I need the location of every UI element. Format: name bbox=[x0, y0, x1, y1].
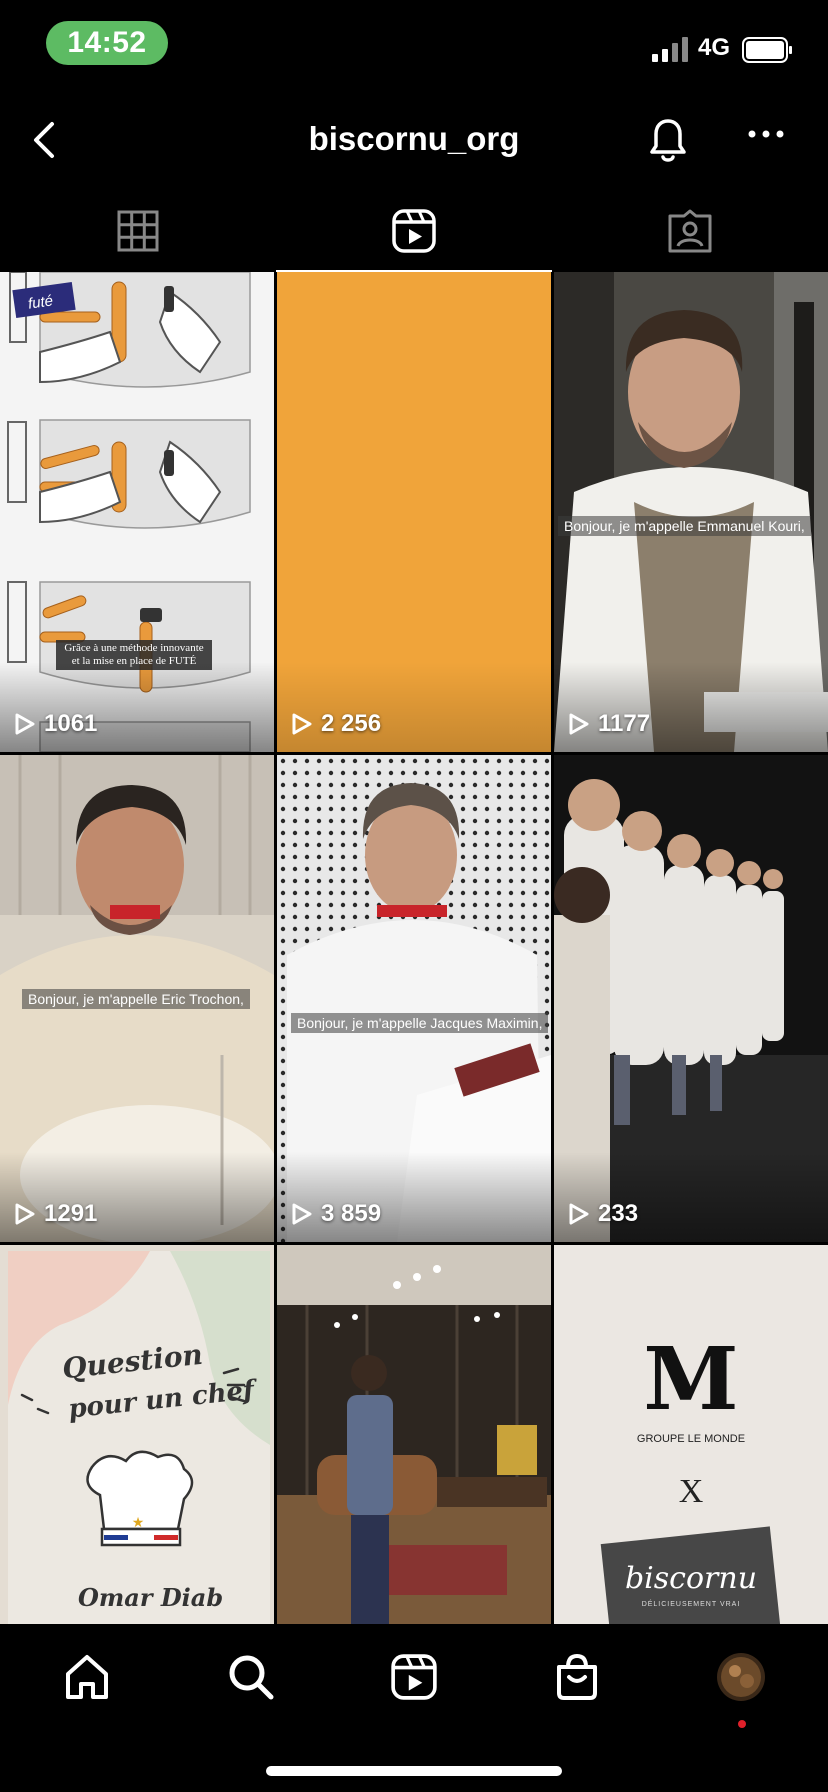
reel-tile[interactable]: M GROUPE LE MONDE X biscornu DÉLICIEUSEM… bbox=[554, 1245, 828, 1624]
reel-tile[interactable]: 233 bbox=[554, 755, 828, 1242]
reel-tile[interactable]: 2 256 bbox=[277, 272, 551, 752]
grid-icon bbox=[117, 210, 159, 252]
le-monde-label: GROUPE LE MONDE bbox=[636, 1433, 746, 1445]
nav-home[interactable] bbox=[56, 1646, 118, 1708]
profile-avatar bbox=[717, 1653, 765, 1701]
reel-caption: Bonjour, je m'appelle Emmanuel Kouri, bbox=[558, 516, 811, 536]
nav-search[interactable] bbox=[220, 1646, 282, 1708]
reel-tile[interactable]: futé Grâce à une méthode innovante et la… bbox=[0, 272, 274, 752]
poster-chef-name: Omar Diab bbox=[78, 1583, 224, 1612]
biscornu-brand: biscornu bbox=[624, 1561, 758, 1596]
network-label: 4G bbox=[698, 34, 731, 61]
reel-tile[interactable]: Bonjour, je m'appelle Eric Trochon, 1291 bbox=[0, 755, 274, 1242]
status-time: 14:52 bbox=[46, 21, 168, 65]
play-icon bbox=[292, 713, 312, 735]
nav-shop[interactable] bbox=[546, 1646, 608, 1708]
reel-tile[interactable]: Bonjour, je m'appelle Emmanuel Kouri, 11… bbox=[554, 272, 828, 752]
home-indicator[interactable] bbox=[266, 1766, 562, 1776]
reel-caption: Bonjour, je m'appelle Eric Trochon, bbox=[22, 989, 250, 1009]
more-options-icon[interactable] bbox=[740, 112, 792, 164]
reel-view-count: 1061 bbox=[14, 710, 97, 738]
play-icon bbox=[569, 713, 589, 735]
reel-tile[interactable]: Bonjour, je m'appelle Jacques Maximin, 3… bbox=[277, 755, 551, 1242]
notification-bell-icon[interactable] bbox=[642, 112, 694, 168]
nav-profile[interactable] bbox=[710, 1646, 772, 1708]
reels-grid: futé Grâce à une méthode innovante et la… bbox=[0, 272, 828, 1624]
reel-caption: Bonjour, je m'appelle Jacques Maximin, bbox=[291, 1013, 549, 1033]
tab-tagged[interactable] bbox=[552, 190, 828, 272]
notification-dot bbox=[738, 1720, 746, 1728]
play-icon bbox=[569, 1203, 589, 1225]
signal-icon bbox=[652, 37, 688, 62]
search-icon bbox=[229, 1655, 274, 1700]
play-icon bbox=[15, 1203, 35, 1225]
room-video-thumbnail bbox=[277, 1245, 551, 1624]
reels-icon bbox=[392, 209, 436, 253]
status-bar: 14:52 4G bbox=[0, 0, 828, 90]
reel-view-count: 2 256 bbox=[291, 710, 381, 738]
reel-view-count: 233 bbox=[568, 1200, 638, 1228]
shop-icon bbox=[557, 1653, 597, 1700]
biscornu-tagline: DÉLICIEUSEMENT VRAI bbox=[641, 1601, 741, 1608]
battery-icon bbox=[742, 37, 792, 63]
tagged-icon bbox=[668, 209, 712, 253]
reel-view-count: 3 859 bbox=[291, 1200, 381, 1228]
collab-separator: X bbox=[678, 1473, 704, 1510]
tab-reels[interactable] bbox=[276, 190, 552, 272]
reel-view-count: 1177 bbox=[568, 710, 650, 738]
reel-view-count: 1291 bbox=[14, 1200, 97, 1228]
profile-tabs bbox=[0, 190, 828, 272]
le-monde-logo: M bbox=[643, 1329, 739, 1430]
reels-icon bbox=[391, 1654, 437, 1700]
profile-username: biscornu_org bbox=[308, 120, 520, 157]
home-icon bbox=[66, 1655, 108, 1699]
play-icon bbox=[15, 713, 35, 735]
reel-tile[interactable] bbox=[277, 1245, 551, 1624]
play-icon bbox=[292, 1203, 312, 1225]
profile-header: biscornu_org bbox=[0, 90, 828, 190]
poster-thumbnail: ★ bbox=[0, 1245, 274, 1624]
nav-reels[interactable] bbox=[383, 1646, 445, 1708]
svg-text:★: ★ bbox=[132, 1514, 145, 1530]
reel-tile[interactable]: ★ Question pour un chef Omar Diab bbox=[0, 1245, 274, 1624]
tab-posts-grid[interactable] bbox=[0, 190, 276, 272]
